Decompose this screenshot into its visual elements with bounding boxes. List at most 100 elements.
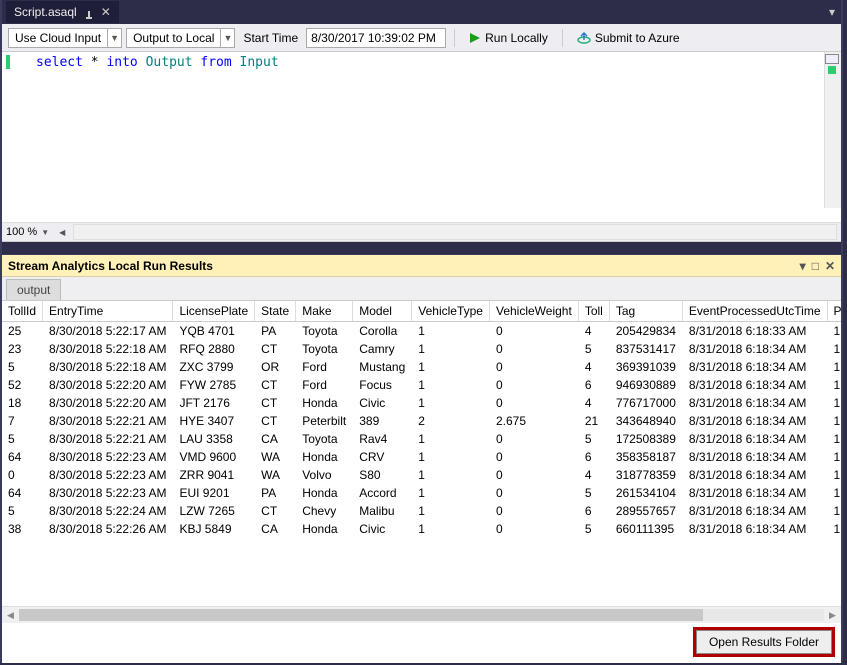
cell: CT: [255, 502, 296, 520]
column-header[interactable]: VehicleWeight: [489, 301, 578, 322]
scrollbar-thumb[interactable]: [19, 609, 703, 621]
scroll-right-icon[interactable]: ▶: [824, 610, 841, 621]
column-header[interactable]: Toll: [578, 301, 609, 322]
cell: 4: [578, 322, 609, 341]
tabbar-overflow-icon[interactable]: ▾: [829, 5, 835, 19]
cell: 5: [2, 502, 43, 520]
split-icon[interactable]: [825, 54, 839, 64]
table-row[interactable]: 08/30/2018 5:22:23 AMZRR 9041WAVolvoS801…: [2, 466, 841, 484]
cell: 8/31/2018 6:18:34 AM: [682, 430, 827, 448]
cell: YQB 4701: [173, 322, 255, 341]
cell: 21: [578, 412, 609, 430]
close-icon[interactable]: ✕: [825, 259, 835, 273]
zoom-level[interactable]: 100 %: [6, 226, 37, 238]
chevron-down-icon[interactable]: ▼: [220, 29, 234, 47]
table-row[interactable]: 58/30/2018 5:22:18 AMZXC 3799ORFordMusta…: [2, 358, 841, 376]
cell: Focus: [353, 376, 412, 394]
dropdown-icon[interactable]: ▾: [800, 259, 806, 273]
start-time-input[interactable]: 8/30/2017 10:39:02 PM: [306, 28, 446, 48]
cell: Honda: [296, 394, 353, 412]
splitter[interactable]: [2, 242, 841, 254]
tab-title: Script.asaql: [14, 5, 77, 19]
cell: 52: [2, 376, 43, 394]
cell: Malibu: [353, 502, 412, 520]
cell: 6: [578, 502, 609, 520]
table-row[interactable]: 238/30/2018 5:22:18 AMRFQ 2880CTToyotaCa…: [2, 340, 841, 358]
cell: 1: [827, 340, 841, 358]
cell: 389: [353, 412, 412, 430]
open-results-folder-highlight: Open Results Folder: [693, 627, 835, 657]
table-row[interactable]: 388/30/2018 5:22:26 AMKBJ 5849CAHondaCiv…: [2, 520, 841, 538]
code-content[interactable]: select * into Output from Input: [2, 52, 841, 70]
cell: Civic: [353, 520, 412, 538]
open-results-folder-button[interactable]: Open Results Folder: [696, 630, 832, 654]
column-header[interactable]: Model: [353, 301, 412, 322]
editor-scrollbar-horizontal[interactable]: [73, 224, 837, 240]
cell: 0: [489, 376, 578, 394]
table-row[interactable]: 528/30/2018 5:22:20 AMFYW 2785CTFordFocu…: [2, 376, 841, 394]
table-row[interactable]: 58/30/2018 5:22:24 AMLZW 7265CTChevyMali…: [2, 502, 841, 520]
column-header[interactable]: TollId: [2, 301, 43, 322]
cell: ZXC 3799: [173, 358, 255, 376]
cell: 8/31/2018 6:18:34 AM: [682, 466, 827, 484]
cell: ZRR 9041: [173, 466, 255, 484]
cell: 837531417: [609, 340, 682, 358]
editor-gutter: [2, 52, 24, 222]
output-target-combo[interactable]: Output to Local ▼: [126, 28, 235, 48]
cell: 1: [827, 448, 841, 466]
table-row[interactable]: 648/30/2018 5:22:23 AMVMD 9600WAHondaCRV…: [2, 448, 841, 466]
cell: 8/30/2018 5:22:21 AM: [43, 412, 173, 430]
pin-icon[interactable]: [85, 8, 93, 16]
cell: Accord: [353, 484, 412, 502]
scroll-left-icon[interactable]: ◀: [2, 610, 19, 621]
cell: 369391039: [609, 358, 682, 376]
table-row[interactable]: 58/30/2018 5:22:21 AMLAU 3358CAToyotaRav…: [2, 430, 841, 448]
cell: 4: [578, 394, 609, 412]
chevron-down-icon[interactable]: ▼: [41, 228, 49, 237]
run-locally-button[interactable]: Run Locally: [463, 28, 554, 48]
cell: 8/30/2018 5:22:20 AM: [43, 394, 173, 412]
cell: Peterbilt: [296, 412, 353, 430]
table-row[interactable]: 258/30/2018 5:22:17 AMYQB 4701PAToyotaCo…: [2, 322, 841, 341]
cell: 318778359: [609, 466, 682, 484]
cell: 5: [578, 484, 609, 502]
cell: RFQ 2880: [173, 340, 255, 358]
tab-output[interactable]: output: [6, 279, 61, 300]
column-header[interactable]: Tag: [609, 301, 682, 322]
toolbar-separator: [454, 29, 455, 47]
cell: 2.675: [489, 412, 578, 430]
scroll-left-icon[interactable]: ◀: [59, 228, 65, 237]
cell: 64: [2, 484, 43, 502]
tab-script[interactable]: Script.asaql ✕: [6, 1, 119, 23]
table-row[interactable]: 78/30/2018 5:22:21 AMHYE 3407CTPeterbilt…: [2, 412, 841, 430]
overview-mark: [828, 66, 836, 74]
query-toolbar: Use Cloud Input ▼ Output to Local ▼ Star…: [2, 24, 841, 52]
submit-azure-button[interactable]: Submit to Azure: [571, 28, 686, 48]
column-header[interactable]: EventProcessedUtcTime: [682, 301, 827, 322]
cell: 25: [2, 322, 43, 341]
chevron-down-icon[interactable]: ▼: [107, 29, 121, 47]
cell: 0: [489, 340, 578, 358]
grid-scrollbar-horizontal[interactable]: ◀ ▶: [2, 606, 841, 623]
cell: 8/31/2018 6:18:33 AM: [682, 322, 827, 341]
column-header[interactable]: EntryTime: [43, 301, 173, 322]
column-header[interactable]: Partition: [827, 301, 841, 322]
cell: 0: [489, 502, 578, 520]
table-row[interactable]: 648/30/2018 5:22:23 AMEUI 9201PAHondaAcc…: [2, 484, 841, 502]
table-row[interactable]: 188/30/2018 5:22:20 AMJFT 2176CTHondaCiv…: [2, 394, 841, 412]
cell: Toyota: [296, 322, 353, 341]
cell: Ford: [296, 376, 353, 394]
cell: Camry: [353, 340, 412, 358]
column-header[interactable]: LicensePlate: [173, 301, 255, 322]
column-header[interactable]: State: [255, 301, 296, 322]
cell: 7: [2, 412, 43, 430]
results-grid-scroll[interactable]: TollIdEntryTimeLicensePlateStateMakeMode…: [2, 301, 841, 606]
column-header[interactable]: VehicleType: [412, 301, 490, 322]
pin-icon[interactable]: □: [812, 259, 819, 273]
column-header[interactable]: Make: [296, 301, 353, 322]
cell: 8/30/2018 5:22:18 AM: [43, 358, 173, 376]
code-editor[interactable]: select * into Output from Input ▲: [2, 52, 841, 222]
close-icon[interactable]: ✕: [101, 5, 111, 19]
input-source-combo[interactable]: Use Cloud Input ▼: [8, 28, 122, 48]
cell: 8/31/2018 6:18:34 AM: [682, 340, 827, 358]
